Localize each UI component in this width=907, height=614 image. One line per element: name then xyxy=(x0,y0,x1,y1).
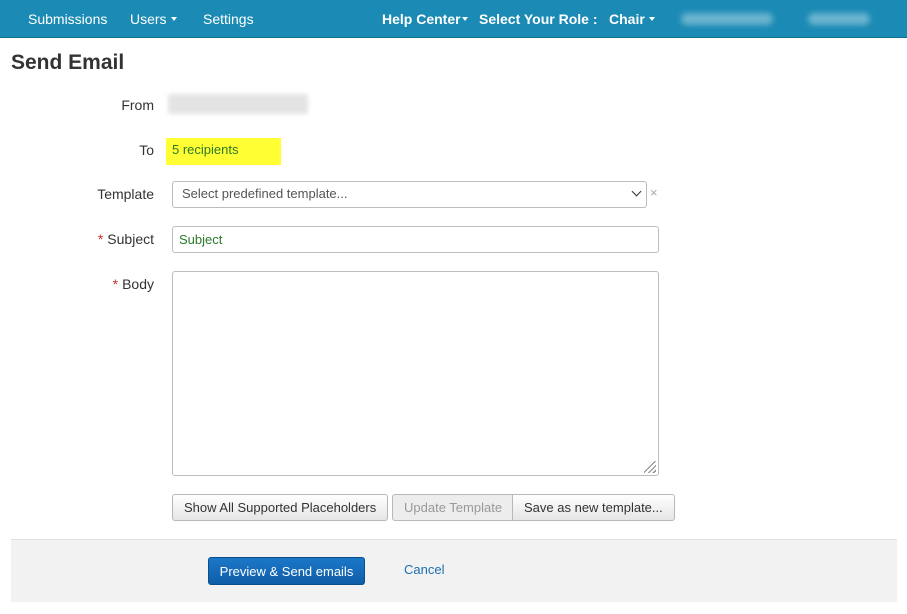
nav-settings[interactable]: Settings xyxy=(203,0,254,38)
caret-down-icon xyxy=(170,17,177,22)
to-label: To xyxy=(139,142,154,158)
top-navbar: Submissions Users Settings Help Center S… xyxy=(0,0,907,38)
template-placeholder: Select predefined template... xyxy=(182,186,348,201)
nav-users-label: Users xyxy=(130,11,167,27)
role-label: Chair xyxy=(609,11,645,27)
required-marker: * xyxy=(97,231,104,247)
select-role-label: Select Your Role : xyxy=(479,0,598,38)
from-label: From xyxy=(121,97,154,113)
preview-send-label: Preview & Send emails xyxy=(219,564,354,579)
select-role-text: Select Your Role : xyxy=(479,11,598,27)
role-dropdown[interactable]: Chair xyxy=(609,0,655,38)
clear-icon[interactable]: × xyxy=(650,186,658,200)
body-textarea[interactable] xyxy=(172,271,659,476)
recipients-text: 5 recipients xyxy=(172,142,239,157)
nav-help-center-dropdown[interactable]: Help Center xyxy=(382,0,468,38)
user-menu-redacted[interactable] xyxy=(681,13,773,25)
preview-send-button[interactable]: Preview & Send emails xyxy=(208,557,365,585)
subject-label: * Subject xyxy=(98,231,154,247)
chevron-down-icon xyxy=(631,186,642,197)
update-template-button[interactable]: Update Template xyxy=(392,494,513,521)
subject-input-value: Subject xyxy=(179,232,223,247)
template-select[interactable]: Select predefined template... xyxy=(172,181,647,208)
caret-down-icon xyxy=(648,17,655,22)
subject-input[interactable]: Subject xyxy=(172,226,659,253)
show-placeholders-button[interactable]: Show All Supported Placeholders xyxy=(172,494,388,521)
body-label: * Body xyxy=(113,276,154,292)
show-placeholders-label: Show All Supported Placeholders xyxy=(184,500,377,515)
form-actions-bar xyxy=(11,539,897,602)
template-label: Template xyxy=(97,186,154,202)
nav-settings-label: Settings xyxy=(203,11,254,27)
caret-down-icon xyxy=(461,17,468,22)
nav-help-center-label: Help Center xyxy=(382,11,461,27)
nav-submissions[interactable]: Submissions xyxy=(28,0,107,38)
recipients-value[interactable]: 5 recipients xyxy=(166,138,281,165)
resize-grip-icon[interactable] xyxy=(644,461,656,473)
update-template-label: Update Template xyxy=(404,500,503,515)
subject-label-text: Subject xyxy=(107,231,154,247)
save-new-template-label: Save as new template... xyxy=(524,500,663,515)
required-marker: * xyxy=(112,276,119,292)
page-title: Send Email xyxy=(11,51,125,74)
cancel-link[interactable]: Cancel xyxy=(404,562,444,577)
body-label-text: Body xyxy=(122,276,154,292)
save-new-template-button[interactable]: Save as new template... xyxy=(512,494,675,521)
nav-users-dropdown[interactable]: Users xyxy=(130,0,177,38)
from-address-redacted xyxy=(168,94,308,114)
account-menu-redacted[interactable] xyxy=(808,13,870,25)
nav-submissions-label: Submissions xyxy=(28,11,108,27)
